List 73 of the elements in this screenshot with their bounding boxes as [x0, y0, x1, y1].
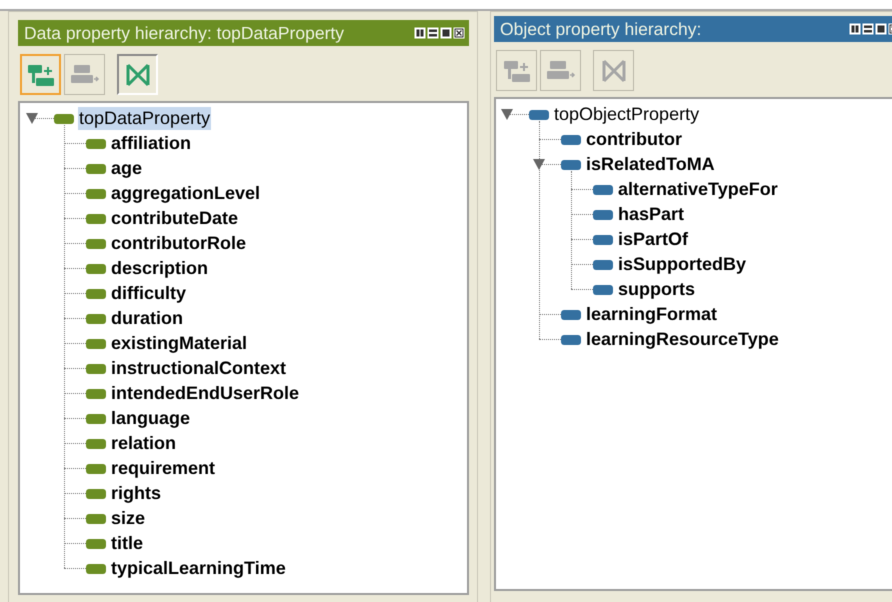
tree-item[interactable]: size [110, 507, 146, 530]
maximize-icon[interactable] [440, 27, 452, 39]
tree-item[interactable]: title [110, 532, 144, 555]
expand-toggle-icon[interactable] [26, 113, 38, 124]
property-icon [593, 234, 613, 244]
tree-item[interactable]: description [110, 257, 210, 280]
tree-item[interactable]: existingMaterial [110, 332, 248, 355]
property-icon [593, 210, 613, 220]
columns-icon[interactable] [414, 27, 426, 39]
panel-title: Data property hierarchy: topDataProperty [24, 22, 346, 45]
rows-icon[interactable] [862, 23, 874, 35]
property-icon [561, 134, 581, 144]
property-icon [86, 214, 106, 224]
property-icon [86, 138, 106, 148]
tree-item[interactable]: relation [110, 432, 178, 455]
property-icon [86, 438, 106, 448]
rows-icon[interactable] [427, 27, 439, 39]
property-icon [593, 184, 613, 194]
tree-item[interactable]: age [110, 157, 144, 180]
property-icon [86, 164, 106, 174]
property-icon [86, 464, 106, 474]
tree-item[interactable]: isRelatedToMA [585, 153, 716, 176]
tree-item[interactable]: supports [617, 278, 696, 301]
delete-icon [124, 62, 152, 88]
tree-item[interactable]: affiliation [110, 132, 192, 155]
tree-item[interactable]: isSupportedBy [617, 253, 748, 276]
property-icon [86, 488, 106, 498]
property-icon [86, 364, 106, 374]
tree-item[interactable]: contributorRole [110, 232, 247, 255]
property-icon [86, 564, 106, 574]
tree-item[interactable]: instructionalContext [110, 357, 288, 380]
property-icon [561, 160, 581, 170]
property-icon [561, 310, 581, 320]
property-icon [86, 388, 106, 398]
property-icon [86, 288, 106, 298]
property-icon [86, 314, 106, 324]
add-subproperty-button[interactable] [20, 54, 61, 95]
tree-item[interactable]: language [110, 407, 192, 430]
tree-item[interactable]: alternativeTypeFor [617, 178, 779, 201]
delete-icon [600, 58, 628, 84]
property-icon [529, 110, 549, 120]
close-icon[interactable] [453, 27, 465, 39]
tree-item[interactable]: typicalLearningTime [110, 557, 287, 580]
tree-item[interactable]: hasPart [617, 203, 686, 226]
expand-toggle-icon[interactable] [533, 159, 545, 170]
property-icon [86, 264, 106, 274]
tree-item[interactable]: topDataProperty [78, 107, 212, 130]
property-icon [54, 114, 74, 124]
tree-item[interactable]: learningResourceType [585, 328, 780, 351]
property-icon [86, 514, 106, 524]
property-icon [86, 238, 106, 248]
tree-item[interactable]: learningFormat [585, 303, 718, 326]
tree-item[interactable]: contributor [585, 128, 683, 151]
tree-item[interactable]: contributeDate [110, 207, 240, 230]
expand-toggle-icon[interactable] [501, 109, 513, 120]
tree-item[interactable]: requirement [110, 457, 216, 480]
property-icon [86, 188, 106, 198]
tree-item[interactable]: rights [110, 482, 162, 505]
tree-item[interactable]: isPartOf [617, 228, 690, 251]
tree-item[interactable]: duration [110, 307, 184, 330]
property-icon [86, 538, 106, 548]
property-icon [86, 414, 106, 424]
tree-item[interactable]: topObjectProperty [553, 103, 700, 126]
delete-button[interactable] [117, 54, 158, 95]
tree-item[interactable]: difficulty [110, 282, 187, 305]
property-icon [86, 338, 106, 348]
columns-icon[interactable] [849, 23, 861, 35]
tree-item[interactable]: intendedEndUserRole [110, 382, 300, 405]
property-icon [561, 334, 581, 344]
panel-title: Object property hierarchy: [500, 18, 702, 41]
tree-item[interactable]: aggregationLevel [110, 182, 262, 205]
property-icon [593, 260, 613, 270]
property-icon [593, 284, 613, 294]
